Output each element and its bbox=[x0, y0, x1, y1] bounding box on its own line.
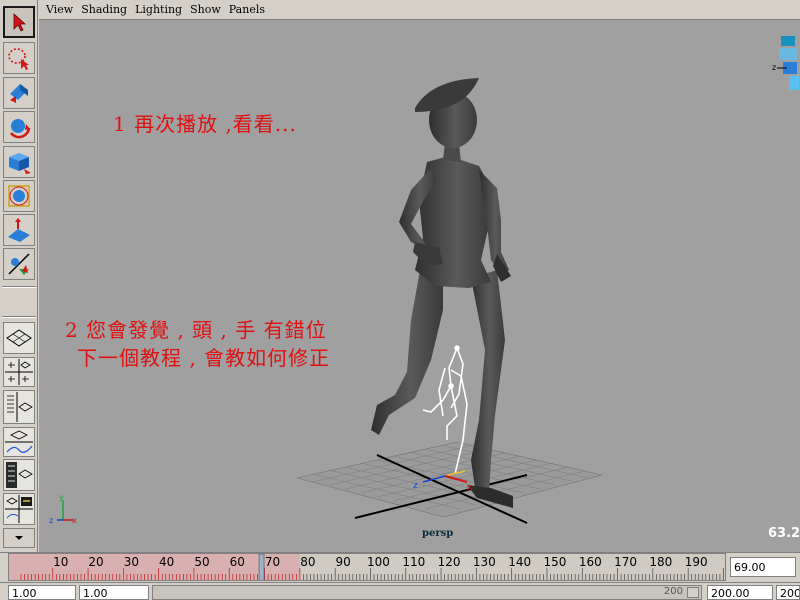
svg-text:y: y bbox=[59, 493, 64, 502]
timeline-tick-label: 170 bbox=[614, 555, 638, 569]
graph-layout-icon bbox=[5, 430, 33, 453]
svg-text:z: z bbox=[413, 481, 418, 491]
ground-grid bbox=[296, 441, 603, 524]
move-icon bbox=[10, 84, 28, 103]
annotation-step-2: 2 您會發覺 , 頭 , 手 有錯位 bbox=[65, 318, 327, 342]
four-view-layout-button[interactable] bbox=[3, 357, 35, 387]
menu-lighting[interactable]: Lighting bbox=[135, 3, 182, 16]
range-slider-end-handle[interactable] bbox=[687, 587, 699, 598]
playback-start-field[interactable]: 1.00 bbox=[79, 585, 149, 600]
range-slider-bar: 1.00 1.00 200 200.00 200.00 bbox=[0, 582, 800, 600]
show-manipulator-icon bbox=[8, 253, 30, 275]
persp-trax-layout-button[interactable] bbox=[3, 493, 35, 525]
svg-text:x: x bbox=[467, 483, 473, 493]
perspective-grid-icon bbox=[6, 329, 32, 347]
timeline-tick-label: 10 bbox=[53, 555, 69, 569]
move-tool-button[interactable] bbox=[3, 77, 35, 109]
character-figure[interactable] bbox=[371, 78, 513, 508]
view-compass[interactable]: z bbox=[772, 36, 799, 90]
time-slider[interactable]: 10 20 30 40 50 60 70 80 90 100 110 120 130 140 150 160 1… bbox=[0, 552, 800, 582]
toolbox bbox=[0, 0, 38, 552]
animation-end-field[interactable]: 200.00 bbox=[776, 585, 800, 600]
camera-label: persp bbox=[422, 528, 454, 539]
timeline-tick-label: 180 bbox=[649, 555, 673, 569]
timeline-tick-label: 20 bbox=[88, 555, 104, 569]
timeline-tick-label: 90 bbox=[335, 555, 351, 569]
svg-text:z: z bbox=[772, 63, 776, 72]
timeline-tick-label: 160 bbox=[578, 555, 602, 569]
layout-options-dropdown[interactable] bbox=[3, 528, 35, 548]
timeline-tick-label: 80 bbox=[300, 555, 316, 569]
show-manipulator-button[interactable] bbox=[3, 248, 35, 280]
universal-manipulator-button[interactable] bbox=[3, 180, 35, 212]
perspective-viewport[interactable]: View Shading Lighting Show Panels z x z … bbox=[39, 0, 800, 552]
menu-panels[interactable]: Panels bbox=[229, 3, 265, 16]
scene-canvas: z x z y z x bbox=[49, 36, 799, 525]
hypershade-layout-icon bbox=[6, 462, 33, 488]
persp-graph-layout-button[interactable] bbox=[3, 427, 35, 457]
origin-axis-indicator: y z x bbox=[49, 493, 77, 525]
range-slider-value: 200 bbox=[663, 586, 683, 597]
select-tool-button[interactable] bbox=[3, 6, 35, 38]
rotate-tool-button[interactable] bbox=[3, 111, 35, 143]
timeline-tick-label: 130 bbox=[472, 555, 496, 569]
persp-outliner-layout-button[interactable] bbox=[3, 390, 35, 424]
timeline-tick-label: 110 bbox=[402, 555, 426, 569]
timeline-ruler[interactable]: 10 20 30 40 50 60 70 80 90 100 110 120 130 140 150 160 1… bbox=[8, 553, 726, 581]
svg-text:x: x bbox=[72, 516, 77, 525]
timeline-tick-label: 120 bbox=[437, 555, 461, 569]
menu-view[interactable]: View bbox=[46, 3, 73, 16]
lasso-icon bbox=[8, 48, 29, 70]
timeline-tick-label: 50 bbox=[194, 555, 210, 569]
lasso-tool-button[interactable] bbox=[3, 42, 35, 74]
menu-shading[interactable]: Shading bbox=[81, 3, 127, 16]
soft-mod-tool-button[interactable] bbox=[3, 214, 35, 246]
timeline-tick-label: 40 bbox=[159, 555, 175, 569]
timeline-tick-label: 70 bbox=[264, 555, 281, 569]
current-time-marker[interactable] bbox=[258, 554, 265, 581]
timeline-tick-label: 100 bbox=[367, 555, 390, 569]
timeline-tick-label: 150 bbox=[543, 555, 567, 569]
toolbox-separator bbox=[2, 286, 36, 288]
single-perspective-layout-button[interactable] bbox=[3, 322, 35, 354]
playback-end-field[interactable]: 200.00 bbox=[707, 585, 773, 600]
frame-rate-readout: 63.2 bbox=[768, 526, 800, 541]
timeline-tick-label: 60 bbox=[229, 555, 245, 569]
menu-show[interactable]: Show bbox=[190, 3, 221, 16]
trax-layout-icon bbox=[5, 495, 33, 523]
current-frame-field[interactable]: 69.00 bbox=[730, 557, 796, 577]
panel-menubar: View Shading Lighting Show Panels bbox=[39, 0, 800, 20]
four-view-icon bbox=[5, 359, 33, 385]
scale-tool-button[interactable] bbox=[3, 146, 35, 178]
timeline-tick-label: 190 bbox=[684, 555, 708, 569]
universal-manipulator-icon bbox=[8, 185, 30, 207]
maya-window: View Shading Lighting Show Panels z x z … bbox=[0, 0, 800, 600]
rotate-icon bbox=[9, 119, 31, 139]
timeline-tick-label: 30 bbox=[123, 555, 139, 569]
outliner-layout-icon bbox=[7, 392, 33, 422]
hypershade-layout-button[interactable] bbox=[3, 459, 35, 491]
svg-text:z: z bbox=[49, 516, 53, 525]
annotation-step-1: 1 再次播放 ,看看... bbox=[113, 112, 297, 136]
animation-start-field[interactable]: 1.00 bbox=[8, 585, 76, 600]
soft-modification-icon bbox=[8, 218, 30, 242]
arrow-cursor-icon bbox=[13, 13, 27, 32]
timeline-tick-label: 140 bbox=[508, 555, 532, 569]
scale-icon bbox=[9, 153, 31, 174]
chevron-down-icon bbox=[15, 536, 23, 540]
playback-range-slider[interactable]: 200 bbox=[152, 585, 702, 600]
toolbox-separator bbox=[2, 316, 36, 318]
annotation-step-2-continued: 下一個教程 , 會教如何修正 bbox=[77, 346, 331, 370]
